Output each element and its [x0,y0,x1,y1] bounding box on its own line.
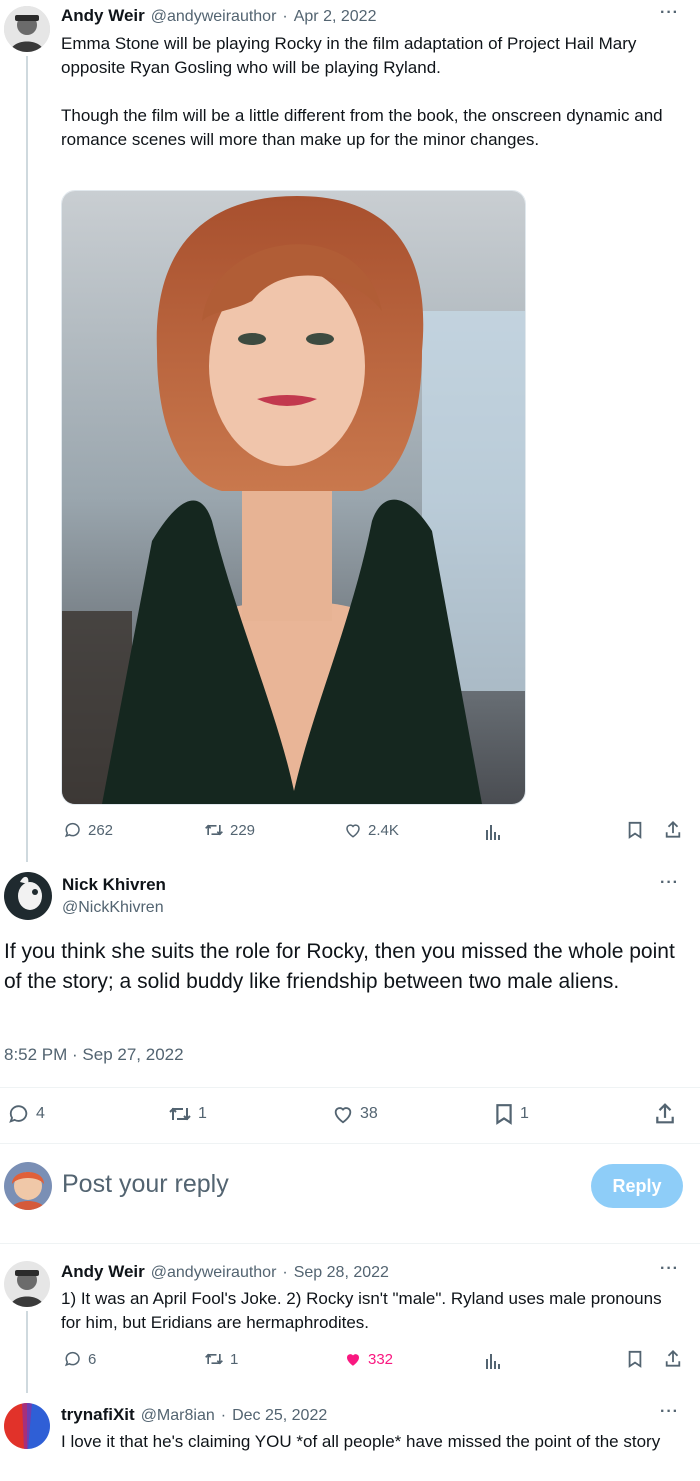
retweet-count: 229 [230,821,256,839]
reply-icon [64,1350,82,1368]
retweet-button[interactable]: 1 [168,1103,207,1125]
tweet-text: Emma Stone will be playing Rocky in the … [61,32,681,152]
heart-icon [332,1103,354,1125]
share-button[interactable] [664,1349,682,1368]
thread-line [26,1311,28,1393]
tweet-text: I love it that he's claiming YOU *of all… [61,1432,661,1451]
retweet-icon [168,1103,192,1125]
reply-count: 6 [88,1350,97,1368]
share-button[interactable] [654,1102,676,1125]
tweet-text: 1) It was an April Fool's Joke. 2) Rocky… [61,1289,662,1332]
avatar-andy-weir[interactable] [4,1261,50,1307]
heart-icon [344,821,362,839]
tweet-image[interactable] [61,190,526,805]
bookmark-button[interactable] [627,1350,643,1368]
tweet-header: Andy Weir @andyweirauthor · Sep 28, 2022 [61,1262,389,1282]
views-button[interactable] [485,1351,501,1369]
like-button[interactable]: 332 [344,1350,393,1368]
retweet-button[interactable]: 1 [204,1350,238,1368]
share-icon [664,1349,682,1368]
retweet-button[interactable]: 229 [204,821,255,839]
avatar-andy-weir[interactable] [4,6,50,52]
separator: · [282,1264,288,1281]
retweet-icon [204,821,224,839]
reply-submit-button[interactable]: Reply [591,1164,683,1208]
retweet-icon [204,1350,224,1368]
tweet-text-paragraph: Though the film will be a little differe… [61,106,663,149]
reply-icon [64,821,82,839]
reply-icon [8,1103,30,1125]
divider [0,1143,700,1144]
tweet-date[interactable]: Sep 28, 2022 [294,1264,389,1282]
like-count: 38 [360,1105,378,1122]
avatar-current-user[interactable] [4,1162,52,1210]
like-button[interactable]: 38 [332,1103,378,1125]
tweet-date[interactable]: Apr 2, 2022 [294,8,377,26]
author-handle[interactable]: @NickKhivren [62,899,164,917]
reply-button[interactable]: 6 [64,1350,96,1368]
divider [0,1087,700,1088]
bookmark-button[interactable] [627,821,643,839]
avatar-trynafixit[interactable] [4,1403,50,1449]
separator: · [282,8,288,25]
share-icon [664,820,682,839]
share-button[interactable] [664,820,682,839]
like-count: 332 [368,1350,394,1368]
author-name[interactable]: Nick Khivren [62,875,166,895]
author-name[interactable]: Andy Weir [61,1262,145,1282]
tweet-text-paragraph: Emma Stone will be playing Rocky in the … [61,34,637,77]
reply-input[interactable]: Post your reply [62,1170,229,1199]
share-icon [654,1102,676,1125]
bookmark-button[interactable]: 1 [494,1103,529,1125]
portrait-photo-icon [62,191,525,804]
author-handle[interactable]: @andyweirauthor [151,1264,277,1282]
analytics-icon [485,822,501,840]
avatar-nick-khivren[interactable] [4,872,52,920]
like-button[interactable]: 2.4K [344,821,399,839]
reply-button[interactable]: 262 [64,821,113,839]
retweet-count: 1 [230,1350,239,1368]
divider [0,1243,700,1244]
analytics-icon [485,1351,501,1369]
author-name[interactable]: trynafiXit [61,1405,135,1425]
tweet-header: Andy Weir @andyweirauthor · Apr 2, 2022 [61,6,376,26]
tweet-header: trynafiXit @Mar8ian · Dec 25, 2022 [61,1405,327,1425]
author-handle[interactable]: @andyweirauthor [151,8,277,26]
retweet-count: 1 [198,1105,207,1122]
more-options-icon[interactable]: ··· [660,1260,679,1278]
tweet-date[interactable]: Dec 25, 2022 [232,1407,327,1425]
heart-filled-icon [344,1350,362,1368]
thread-line [26,56,28,862]
reply-count: 262 [88,821,114,839]
more-options-icon[interactable]: ··· [660,874,679,892]
bookmark-icon [494,1103,514,1125]
reply-count: 4 [36,1105,45,1122]
like-count: 2.4K [368,821,399,839]
author-name[interactable]: Andy Weir [61,6,145,26]
reply-button[interactable]: 4 [8,1103,45,1125]
bookmark-icon [627,1350,643,1368]
author-handle[interactable]: @Mar8ian [141,1407,215,1425]
separator: · [220,1407,227,1424]
more-options-icon[interactable]: ··· [660,4,679,22]
main-tweet-text: If you think she suits the role for Rock… [4,940,675,993]
more-options-icon[interactable]: ··· [660,1403,679,1421]
tweet-timestamp[interactable]: 8:52 PM · Sep 27, 2022 [4,1045,184,1065]
views-button[interactable] [485,822,501,840]
bookmark-count: 1 [520,1105,529,1122]
bookmark-icon [627,821,643,839]
